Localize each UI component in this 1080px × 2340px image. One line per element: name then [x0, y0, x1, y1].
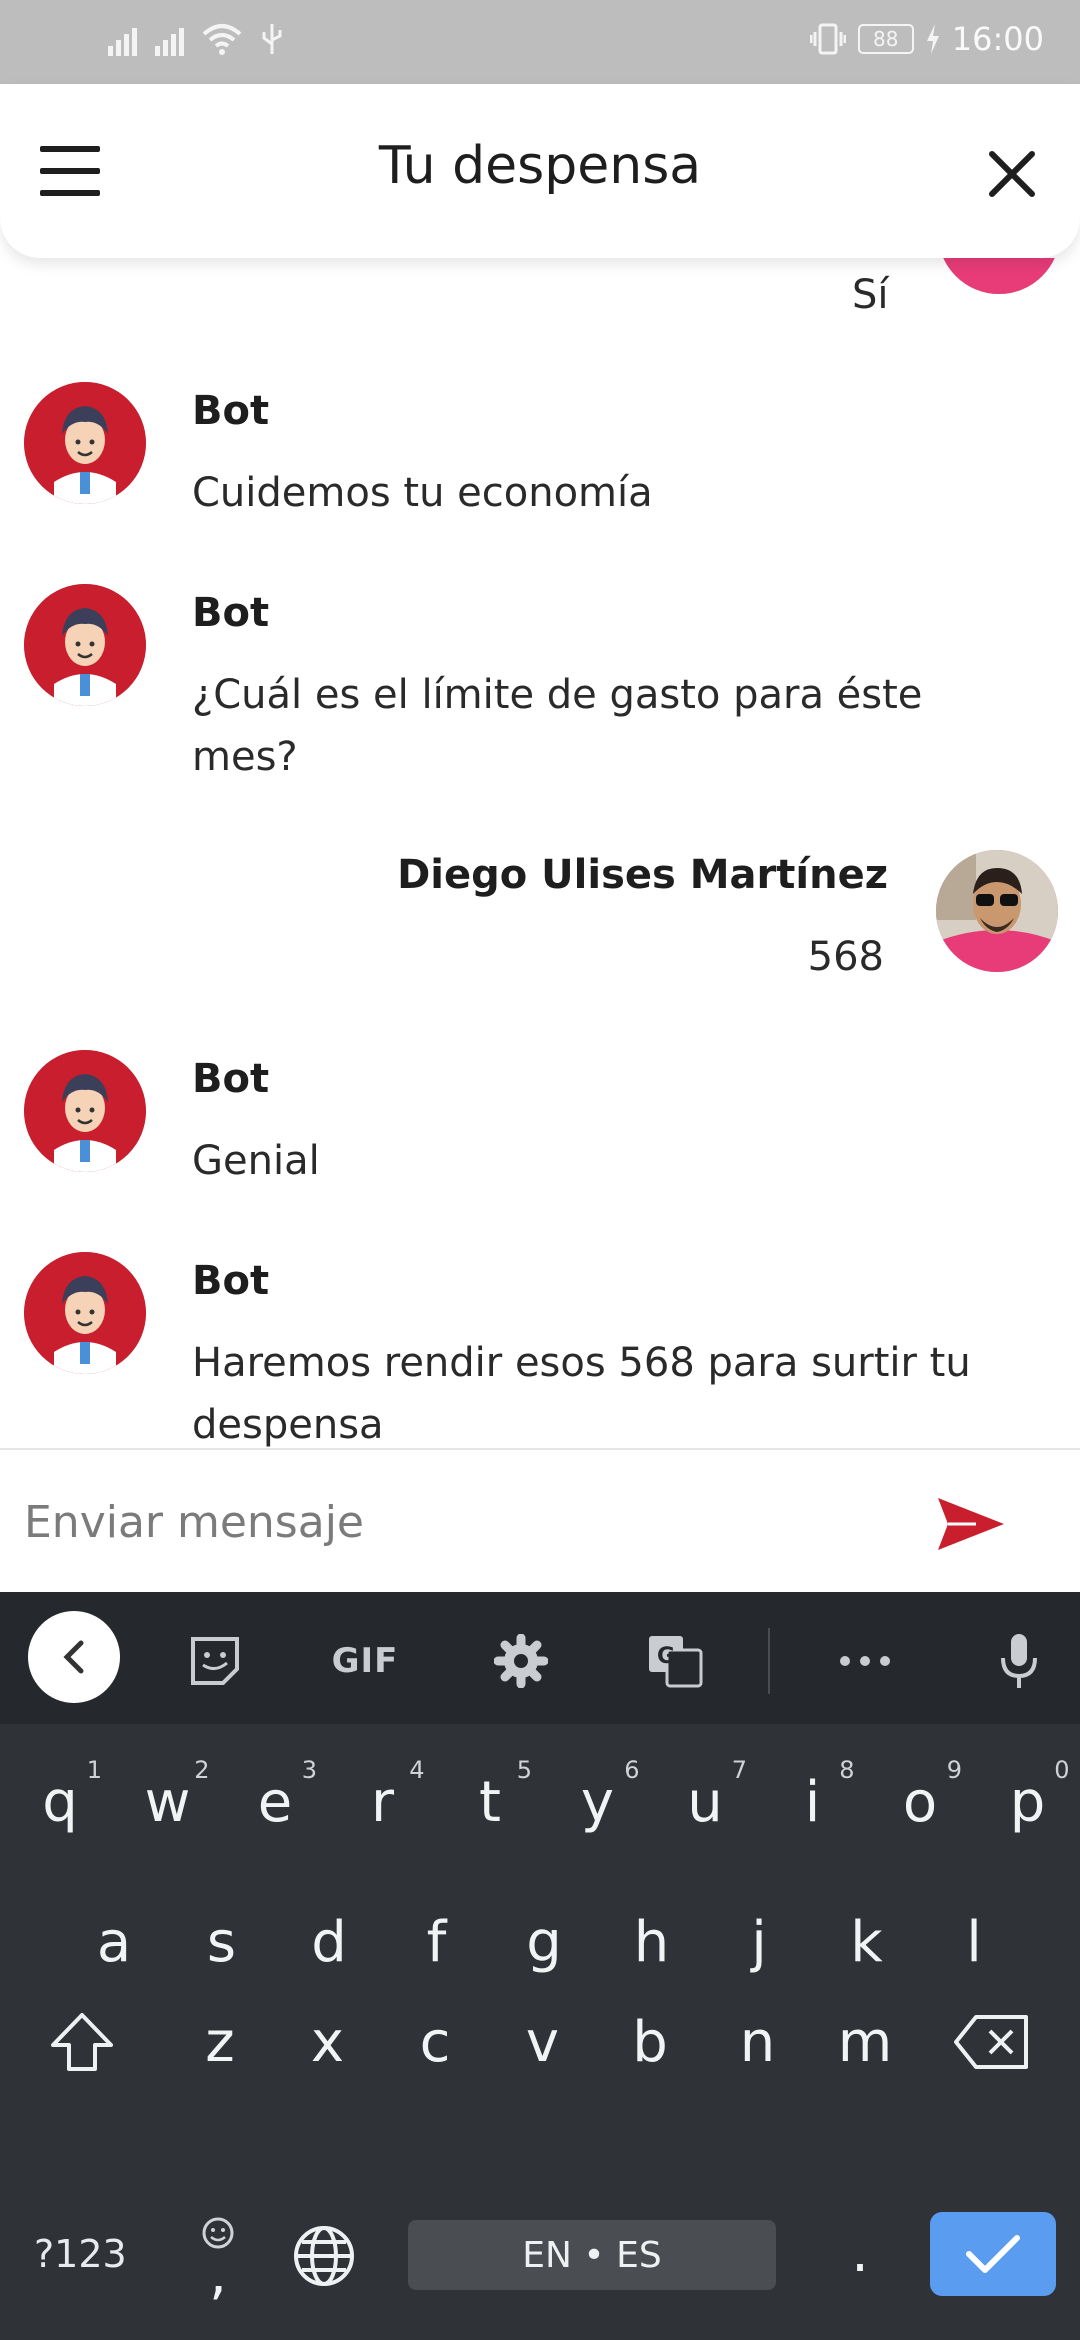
composer — [0, 1448, 1080, 1592]
comma-key[interactable]: , — [166, 2192, 270, 2307]
key-label: r — [370, 1769, 395, 1835]
status-bar: 88 16:00 — [0, 0, 1080, 84]
bot-avatar — [24, 1252, 146, 1374]
message-text: 568 — [807, 934, 884, 980]
key-v[interactable]: v — [491, 1982, 595, 2102]
bot-avatar — [24, 1050, 146, 1172]
bot-avatar — [24, 584, 146, 706]
key-number-hint: 1 — [86, 1756, 102, 1784]
key-n[interactable]: n — [706, 1982, 810, 2102]
message-input[interactable] — [24, 1480, 884, 1564]
key-label: t — [479, 1769, 501, 1835]
status-left-icons — [108, 22, 284, 56]
signal-icon — [155, 22, 184, 56]
key-number-hint: 3 — [301, 1756, 317, 1784]
usb-icon — [262, 24, 282, 54]
backspace-key[interactable] — [940, 1982, 1044, 2102]
shift-key[interactable] — [30, 1982, 134, 2102]
key-w[interactable]: w2 — [116, 1742, 220, 1862]
symbols-key[interactable]: ?123 — [34, 2232, 127, 2276]
sender-name: Bot — [192, 1258, 270, 1304]
message-text: Cuidemos tu economía — [192, 470, 653, 516]
svg-text:G: G — [657, 1644, 675, 1669]
translate-icon[interactable]: G — [630, 1616, 720, 1706]
status-right: 88 16:00 — [809, 20, 1044, 58]
chat-list: Sí Bot Cuidemos tu economía Bot ¿Cuál es… — [0, 258, 1080, 1448]
message-text: ¿Cuál es el límite de gasto para éste me… — [192, 672, 923, 780]
send-icon[interactable] — [936, 1496, 1006, 1552]
key-number-hint: 6 — [624, 1756, 640, 1784]
key-u[interactable]: u7 — [653, 1742, 757, 1862]
wifi-icon — [202, 24, 242, 55]
app-header: Tu despensa — [0, 84, 1080, 258]
avatar — [938, 258, 1060, 294]
more-icon[interactable] — [820, 1616, 910, 1706]
key-y[interactable]: y6 — [546, 1742, 650, 1862]
message-text: Genial — [192, 1138, 320, 1184]
key-label: u — [687, 1769, 723, 1835]
charging-icon — [926, 24, 939, 54]
close-icon[interactable] — [984, 146, 1040, 202]
key-label: y — [580, 1769, 615, 1835]
key-c[interactable]: c — [383, 1982, 487, 2102]
sticker-icon[interactable] — [170, 1616, 260, 1706]
sender-name: Bot — [192, 1056, 270, 1102]
enter-key[interactable] — [930, 2212, 1056, 2296]
key-e[interactable]: e3 — [223, 1742, 327, 1862]
comma-label: , — [209, 2242, 227, 2307]
sender-name: Bot — [192, 590, 270, 636]
key-x[interactable]: x — [276, 1982, 380, 2102]
period-key[interactable]: . — [808, 2192, 912, 2312]
back-icon[interactable] — [28, 1611, 120, 1703]
key-o[interactable]: o9 — [868, 1742, 972, 1862]
signal-icon — [108, 22, 137, 56]
globe-icon[interactable] — [272, 2196, 376, 2316]
key-label: q — [42, 1769, 78, 1835]
keyboard-toolbar: GIF G — [0, 1592, 1080, 1724]
key-z[interactable]: z — [168, 1982, 272, 2102]
key-label: p — [1009, 1769, 1046, 1835]
key-number-hint: 9 — [946, 1756, 962, 1784]
toolbar-divider — [768, 1628, 770, 1694]
key-q[interactable]: q1 — [8, 1742, 112, 1862]
key-m[interactable]: m — [813, 1982, 917, 2102]
gif-button[interactable]: GIF — [320, 1616, 410, 1706]
vibrate-icon — [809, 23, 846, 55]
check-icon — [966, 2235, 1020, 2273]
settings-icon[interactable] — [476, 1616, 566, 1706]
key-number-hint: 7 — [731, 1756, 747, 1784]
key-t[interactable]: t5 — [438, 1742, 542, 1862]
key-b[interactable]: b — [598, 1982, 702, 2102]
key-p[interactable]: p0 — [976, 1742, 1080, 1862]
key-number-hint: 4 — [409, 1756, 425, 1784]
key-number-hint: 2 — [194, 1756, 210, 1784]
space-bar[interactable]: EN • ES — [408, 2220, 776, 2290]
key-number-hint: 0 — [1054, 1756, 1070, 1784]
message-text: Haremos rendir esos 568 para surtir tu d… — [192, 1340, 971, 1448]
key-label: o — [902, 1769, 938, 1835]
avatar — [936, 850, 1058, 972]
key-i[interactable]: i8 — [761, 1742, 865, 1862]
sender-name: Bot — [192, 388, 270, 434]
key-r[interactable]: r4 — [331, 1742, 435, 1862]
clock: 16:00 — [951, 20, 1044, 58]
key-label: w — [144, 1769, 191, 1835]
battery-level: 88 — [857, 24, 914, 54]
mic-icon[interactable] — [974, 1616, 1064, 1706]
sender-name: Diego Ulises Martínez — [397, 852, 888, 898]
page-title: Tu despensa — [378, 136, 702, 196]
key-number-hint: 8 — [839, 1756, 855, 1784]
key-number-hint: 5 — [516, 1756, 532, 1784]
key-label: i — [804, 1769, 821, 1835]
key-label: e — [257, 1769, 293, 1835]
bot-avatar — [24, 382, 146, 504]
message-text: Sí — [852, 272, 889, 318]
soft-keyboard: GIF G q 1 w 2 e 3 r 4 t 5 y 6 u 7 i 8 o … — [0, 1592, 1080, 2340]
